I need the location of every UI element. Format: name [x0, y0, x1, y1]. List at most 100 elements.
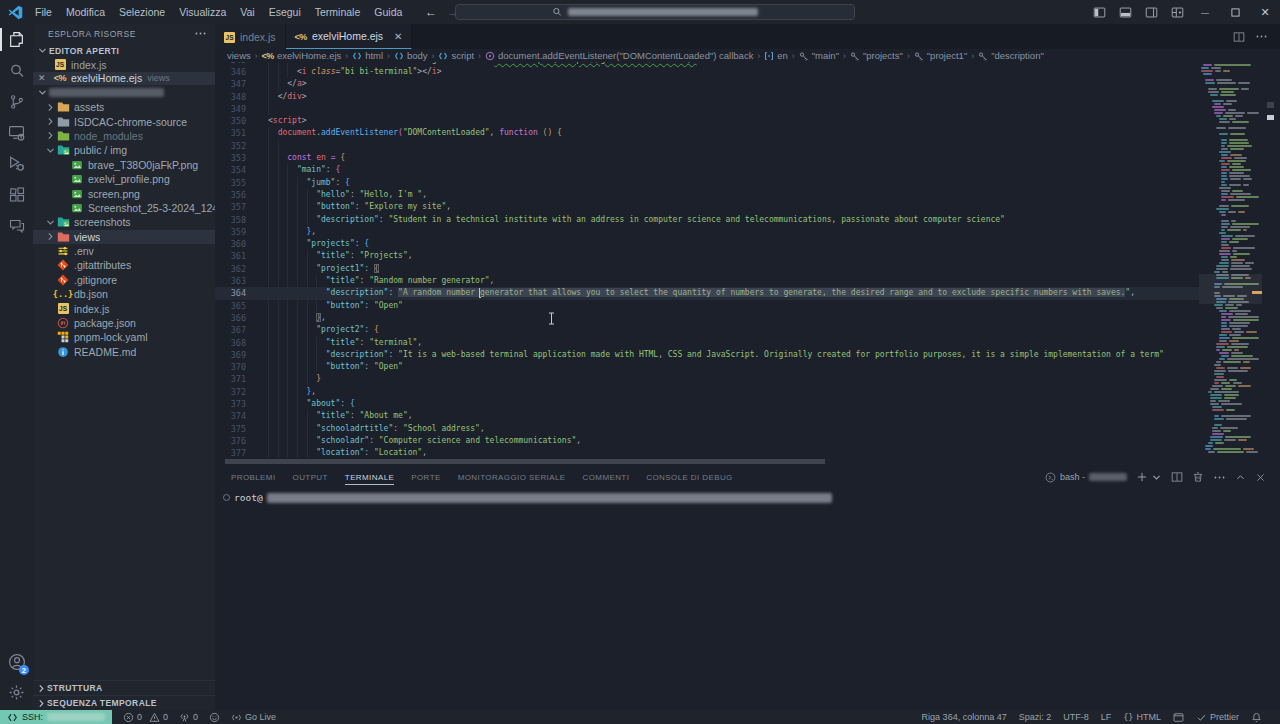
code-line[interactable]: 366 },: [215, 312, 1199, 324]
code-line[interactable]: 358 "description": "Student in a technic…: [215, 214, 1199, 226]
tree-item-db-json[interactable]: {..}db.json: [33, 287, 215, 301]
code-line[interactable]: 377 "location": "Location",: [215, 447, 1199, 458]
tree-item-screen-png[interactable]: screen.png: [33, 186, 215, 200]
code-line[interactable]: 367 "project2": {: [215, 324, 1199, 336]
menu-selezione[interactable]: Selezione: [112, 0, 172, 24]
split-editor-icon[interactable]: [1233, 31, 1245, 43]
close-window-button[interactable]: ✕: [1250, 0, 1280, 24]
tab-exelviHome.ejs[interactable]: <%exelviHome.ejs✕: [286, 24, 413, 49]
tree-item--gitignore[interactable]: .gitignore: [33, 273, 215, 287]
layout-panel-left-icon[interactable]: [1086, 0, 1112, 24]
layout-sidebar-right-icon[interactable]: [1138, 0, 1164, 24]
code-line[interactable]: 353 const en = {: [215, 152, 1199, 164]
layout-panel-bottom-icon[interactable]: [1112, 0, 1138, 24]
breadcrumb-exelvihome-ejs[interactable]: <%exelviHome.ejs: [262, 50, 342, 61]
breadcrumb-document-addeventlistener-domcontentloaded-callback[interactable]: document.addEventListener("DOMContentLoa…: [485, 50, 753, 61]
problems-status[interactable]: 00: [123, 712, 168, 723]
breadcrumb-en[interactable]: en: [764, 50, 788, 61]
menu-file[interactable]: File: [28, 0, 59, 24]
breadcrumbs[interactable]: views›<%exelviHome.ejs›html›body›script›…: [215, 49, 1280, 62]
code-line[interactable]: 354 "main": {: [215, 164, 1199, 176]
feedback-smiley-icon[interactable]: [209, 712, 220, 723]
code-line[interactable]: 359 },: [215, 226, 1199, 238]
code-line[interactable]: 376 "schooladr": "Computer science and t…: [215, 435, 1199, 447]
code-line[interactable]: 346 <i class="bi bi-terminal"></i>: [215, 66, 1199, 78]
breadcrumb--main-[interactable]: "main": [799, 50, 839, 61]
panel-tab-output[interactable]: OUTPUT: [293, 466, 328, 488]
open-editor-exelviHome.ejs[interactable]: ✕<%exelviHome.ejsviews: [33, 72, 215, 86]
tree-item-assets[interactable]: assets: [33, 100, 215, 114]
activity-extensions[interactable]: [0, 179, 33, 210]
indentation[interactable]: Spazi: 2: [1019, 712, 1052, 722]
ports-status[interactable]: 0: [179, 712, 198, 723]
activity-explorer[interactable]: [0, 24, 33, 55]
eol[interactable]: LF: [1101, 712, 1112, 722]
tree-item-screenshot-25-3-2024-12449-exelvi-[interactable]: Screenshot_25-3-2024_12449_exelvi...: [33, 201, 215, 215]
code-line[interactable]: 371 }: [215, 373, 1199, 385]
tree-item-public-img[interactable]: public / img: [33, 143, 215, 157]
breadcrumb-script[interactable]: script: [438, 50, 474, 61]
activity-remote-explorer[interactable]: [0, 117, 33, 148]
activity-search[interactable]: [0, 55, 33, 86]
menu-vai[interactable]: Vai: [233, 0, 261, 24]
remote-indicator[interactable]: SSH:: [0, 710, 112, 724]
menu-terminale[interactable]: Terminale: [308, 0, 368, 24]
breadcrumb-html[interactable]: html: [352, 50, 383, 61]
code-line[interactable]: 364 "description": "A random number gene…: [215, 287, 1199, 299]
panel-tab-commenti[interactable]: COMMENTI: [583, 466, 630, 488]
code-line[interactable]: 350<script>: [215, 115, 1199, 127]
tree-item--env[interactable]: .env: [33, 244, 215, 258]
code-line[interactable]: 357 "button": "Explore my site",: [215, 201, 1199, 213]
activity-run-debug[interactable]: [0, 148, 33, 179]
tree-item-exelvi-profile-png[interactable]: exelvi_profile.png: [33, 172, 215, 186]
maximize-button[interactable]: [1220, 0, 1250, 24]
code-line[interactable]: 373 "about": {: [215, 398, 1199, 410]
layout-customize-icon[interactable]: [1164, 0, 1190, 24]
menu-visualizza[interactable]: Visualizza: [172, 0, 233, 24]
language-mode[interactable]: {}HTML: [1123, 712, 1161, 722]
close-editor-icon[interactable]: ✕: [38, 72, 46, 86]
tree-item-node-modules[interactable]: node_modules: [33, 129, 215, 143]
code-line[interactable]: 368 "title": "terminal",: [215, 337, 1199, 349]
command-center-search[interactable]: [455, 4, 855, 20]
close-tab-icon[interactable]: ✕: [394, 31, 402, 42]
panel-tab-terminale[interactable]: TERMINALE: [345, 466, 394, 488]
code-line[interactable]: 363 "title": "Random number generator",: [215, 275, 1199, 287]
tree-item-index-js[interactable]: JSindex.js: [33, 301, 215, 315]
code-line[interactable]: 360 "projects": {: [215, 238, 1199, 250]
terminal-dropdown-icon[interactable]: [1151, 472, 1162, 483]
code-line[interactable]: 365 "button": "Open": [215, 300, 1199, 312]
minimap-slider[interactable]: [1199, 274, 1262, 304]
formatter-prettier[interactable]: Prettier: [1196, 712, 1239, 723]
terminal[interactable]: root@: [215, 488, 1280, 710]
tree-item-isdcac-chrome-source[interactable]: ISDCAC-chrome-source: [33, 114, 215, 128]
cursor-position[interactable]: Riga 364, colonna 47: [922, 712, 1007, 722]
tree-item-package-json[interactable]: package.json: [33, 316, 215, 330]
code-line[interactable]: 347 </a>: [215, 78, 1199, 90]
close-panel-icon[interactable]: [1255, 472, 1266, 483]
tree-item--gitattributes[interactable]: .gitattributes: [33, 258, 215, 272]
account-icon[interactable]: 2: [0, 646, 33, 677]
tree-item-views[interactable]: views: [33, 230, 215, 244]
explorer-more-actions-icon[interactable]: [194, 27, 207, 40]
panel-tab-problemi[interactable]: PROBLEMI: [231, 466, 276, 488]
go-live-button[interactable]: Go Live: [231, 712, 276, 723]
menu-guida[interactable]: Guida: [367, 0, 409, 24]
code-line[interactable]: 369 "description": "It is a web-based te…: [215, 349, 1199, 361]
open-editors-header[interactable]: EDITOR APERTI: [33, 43, 215, 58]
notifications-bell[interactable]: [1251, 712, 1262, 723]
open-editor-index.js[interactable]: JSindex.js: [33, 58, 215, 72]
tree-item-screenshots[interactable]: screenshots: [33, 215, 215, 229]
code-line[interactable]: 351 document.addEventListener("DOMConten…: [215, 127, 1199, 139]
code-line[interactable]: 352: [215, 140, 1199, 152]
minimap[interactable]: [1199, 62, 1262, 458]
code-line[interactable]: 348 </div>: [215, 91, 1199, 103]
section-struttura[interactable]: STRUTTURA: [33, 680, 215, 695]
kill-terminal-icon[interactable]: [1192, 471, 1204, 483]
horizontal-scrollbar[interactable]: [215, 458, 1199, 466]
breadcrumb--projects-[interactable]: "projects": [850, 50, 903, 61]
menu-modifica[interactable]: Modifica: [59, 0, 112, 24]
code-line[interactable]: 372 },: [215, 386, 1199, 398]
activity-source-control[interactable]: [0, 86, 33, 117]
tree-item-pnpm-lock-yaml[interactable]: pnpm-lock.yaml: [33, 330, 215, 344]
